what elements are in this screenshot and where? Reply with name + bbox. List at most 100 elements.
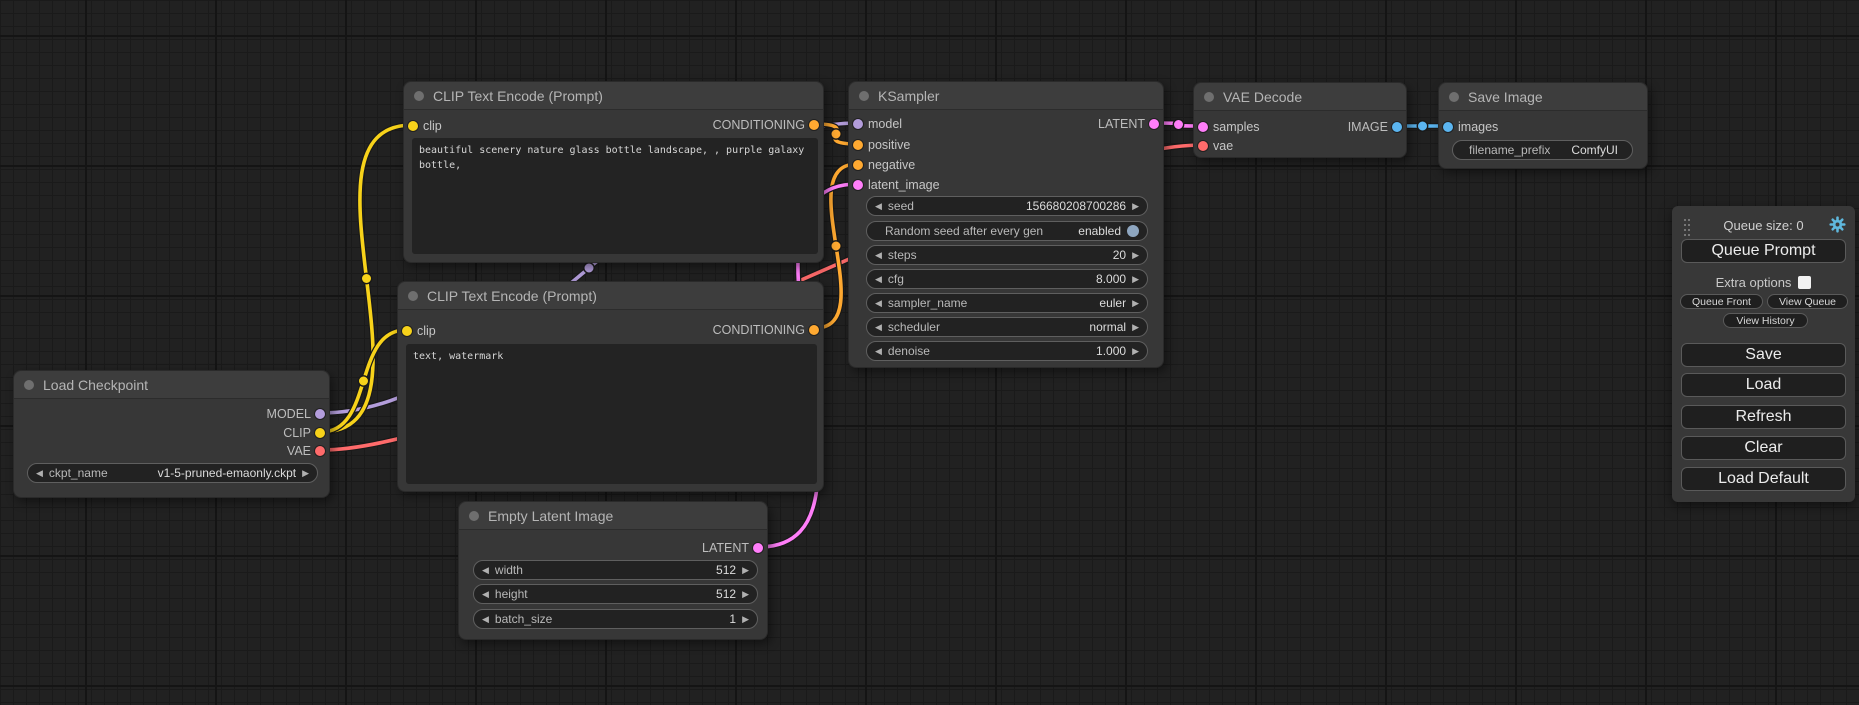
input-port-latent-image[interactable] — [853, 180, 863, 190]
link-midpoint-dot[interactable] — [831, 129, 841, 139]
denoise-number-widget[interactable]: ◀ denoise 1.000 ▶ — [866, 341, 1148, 361]
combo-left-arrow-icon[interactable]: ◀ — [482, 615, 489, 624]
collapse-dot-icon[interactable] — [469, 511, 479, 521]
output-port-conditioning[interactable] — [809, 120, 819, 130]
node-title-bar[interactable]: CLIP Text Encode (Prompt) — [398, 282, 823, 310]
combo-right-arrow-icon[interactable]: ▶ — [302, 469, 309, 478]
input-port-positive[interactable] — [853, 140, 863, 150]
output-slot-conditioning-label: CONDITIONING — [713, 323, 805, 337]
toggle-circle-icon[interactable] — [1127, 225, 1139, 237]
output-port-conditioning[interactable] — [809, 325, 819, 335]
refresh-button[interactable]: Refresh — [1681, 405, 1846, 429]
batch-size-number-widget[interactable]: ◀ batch_size 1 ▶ — [473, 609, 758, 629]
combo-right-arrow-icon[interactable]: ▶ — [1132, 202, 1139, 211]
input-port-clip[interactable] — [408, 121, 418, 131]
input-port-images[interactable] — [1443, 122, 1453, 132]
scheduler-combo[interactable]: ◀ scheduler normal ▶ — [866, 317, 1148, 337]
collapse-dot-icon[interactable] — [859, 91, 869, 101]
prompt-text-area[interactable]: text, watermark — [406, 344, 817, 484]
width-number-widget[interactable]: ◀ width 512 ▶ — [473, 560, 758, 580]
combo-left-arrow-icon[interactable]: ◀ — [875, 251, 882, 260]
output-port-image[interactable] — [1392, 122, 1402, 132]
widget-value: 512 — [716, 587, 736, 601]
widget-label: width — [495, 563, 523, 577]
ckpt-name-combo[interactable]: ◀ ckpt_name v1-5-pruned-emaonly.ckpt ▶ — [27, 463, 318, 483]
view-queue-button[interactable]: View Queue — [1767, 294, 1848, 309]
queue-front-button[interactable]: Queue Front — [1680, 294, 1763, 309]
combo-left-arrow-icon[interactable]: ◀ — [482, 566, 489, 575]
combo-right-arrow-icon[interactable]: ▶ — [742, 615, 749, 624]
input-port-vae[interactable] — [1198, 141, 1208, 151]
combo-right-arrow-icon[interactable]: ▶ — [1132, 323, 1139, 332]
node-title-bar[interactable]: Empty Latent Image — [459, 502, 767, 530]
view-history-button[interactable]: View History — [1723, 313, 1808, 328]
combo-right-arrow-icon[interactable]: ▶ — [742, 590, 749, 599]
clear-button[interactable]: Clear — [1681, 436, 1846, 460]
link-midpoint-dot[interactable] — [1417, 121, 1427, 131]
cfg-number-widget[interactable]: ◀ cfg 8.000 ▶ — [866, 269, 1148, 289]
steps-number-widget[interactable]: ◀ steps 20 ▶ — [866, 245, 1148, 265]
settings-gear-icon[interactable] — [1829, 216, 1846, 233]
load-default-button[interactable]: Load Default — [1681, 467, 1846, 491]
widget-label: ckpt_name — [49, 466, 108, 480]
load-button[interactable]: Load — [1681, 373, 1846, 397]
height-number-widget[interactable]: ◀ height 512 ▶ — [473, 584, 758, 604]
output-port-vae[interactable] — [315, 446, 325, 456]
output-slot-conditioning-label: CONDITIONING — [713, 118, 805, 132]
combo-left-arrow-icon[interactable]: ◀ — [875, 323, 882, 332]
filename-prefix-text-widget[interactable]: filename_prefix ComfyUI — [1452, 140, 1633, 160]
combo-left-arrow-icon[interactable]: ◀ — [875, 275, 882, 284]
collapse-dot-icon[interactable] — [408, 291, 418, 301]
output-port-clip[interactable] — [315, 428, 325, 438]
combo-left-arrow-icon[interactable]: ◀ — [482, 590, 489, 599]
combo-right-arrow-icon[interactable]: ▶ — [1132, 299, 1139, 308]
collapse-dot-icon[interactable] — [24, 380, 34, 390]
combo-left-arrow-icon[interactable]: ◀ — [36, 469, 43, 478]
output-port-latent[interactable] — [753, 543, 763, 553]
combo-right-arrow-icon[interactable]: ▶ — [742, 566, 749, 575]
collapse-dot-icon[interactable] — [1204, 92, 1214, 102]
input-port-clip[interactable] — [402, 326, 412, 336]
combo-left-arrow-icon[interactable]: ◀ — [875, 347, 882, 356]
prompt-text-area[interactable]: beautiful scenery nature glass bottle la… — [412, 138, 818, 254]
node-clip-text-encode-negative[interactable]: CLIP Text Encode (Prompt) clip CONDITION… — [397, 281, 824, 492]
combo-right-arrow-icon[interactable]: ▶ — [1132, 275, 1139, 284]
combo-left-arrow-icon[interactable]: ◀ — [875, 299, 882, 308]
input-port-negative[interactable] — [853, 160, 863, 170]
link-midpoint-dot[interactable] — [1173, 119, 1183, 129]
link-midpoint-dot[interactable] — [584, 263, 594, 273]
output-port-model[interactable] — [315, 409, 325, 419]
node-ksampler[interactable]: KSampler model positive negative latent_… — [848, 81, 1164, 368]
save-button[interactable]: Save — [1681, 343, 1846, 367]
link-midpoint-dot[interactable] — [831, 241, 841, 251]
input-port-model[interactable] — [853, 119, 863, 129]
combo-right-arrow-icon[interactable]: ▶ — [1132, 347, 1139, 356]
node-title-bar[interactable]: Load Checkpoint — [14, 371, 329, 399]
link-midpoint-dot[interactable] — [358, 376, 368, 386]
node-title-bar[interactable]: Save Image — [1439, 83, 1647, 111]
node-save-image[interactable]: Save Image images filename_prefix ComfyU… — [1438, 82, 1648, 169]
node-title-bar[interactable]: KSampler — [849, 82, 1163, 110]
node-title-bar[interactable]: CLIP Text Encode (Prompt) — [404, 82, 823, 110]
widget-label: steps — [888, 248, 917, 262]
combo-right-arrow-icon[interactable]: ▶ — [1132, 251, 1139, 260]
queue-prompt-button[interactable]: Queue Prompt — [1681, 239, 1846, 263]
node-title-bar[interactable]: VAE Decode — [1194, 83, 1406, 111]
random-seed-toggle-widget[interactable]: Random seed after every gen enabled — [866, 221, 1148, 241]
output-port-latent[interactable] — [1149, 119, 1159, 129]
node-vae-decode[interactable]: VAE Decode samples vae IMAGE — [1193, 82, 1407, 158]
node-load-checkpoint[interactable]: Load Checkpoint MODEL CLIP VAE ◀ ckpt_na… — [13, 370, 330, 498]
widget-label: denoise — [888, 344, 930, 358]
combo-left-arrow-icon[interactable]: ◀ — [875, 202, 882, 211]
comfyui-canvas[interactable]: { "colors":{ "model":"#b39ddb","clip":"#… — [0, 0, 1859, 705]
sampler-name-combo[interactable]: ◀ sampler_name euler ▶ — [866, 293, 1148, 313]
input-port-samples[interactable] — [1198, 122, 1208, 132]
collapse-dot-icon[interactable] — [414, 91, 424, 101]
extra-options-checkbox[interactable] — [1798, 276, 1811, 289]
node-empty-latent-image[interactable]: Empty Latent Image LATENT ◀ width 512 ▶ … — [458, 501, 768, 640]
seed-number-widget[interactable]: ◀ seed 156680208700286 ▶ — [866, 196, 1148, 216]
node-clip-text-encode-positive[interactable]: CLIP Text Encode (Prompt) clip CONDITION… — [403, 81, 824, 263]
node-title: Save Image — [1468, 89, 1543, 105]
collapse-dot-icon[interactable] — [1449, 92, 1459, 102]
link-midpoint-dot[interactable] — [361, 273, 371, 283]
